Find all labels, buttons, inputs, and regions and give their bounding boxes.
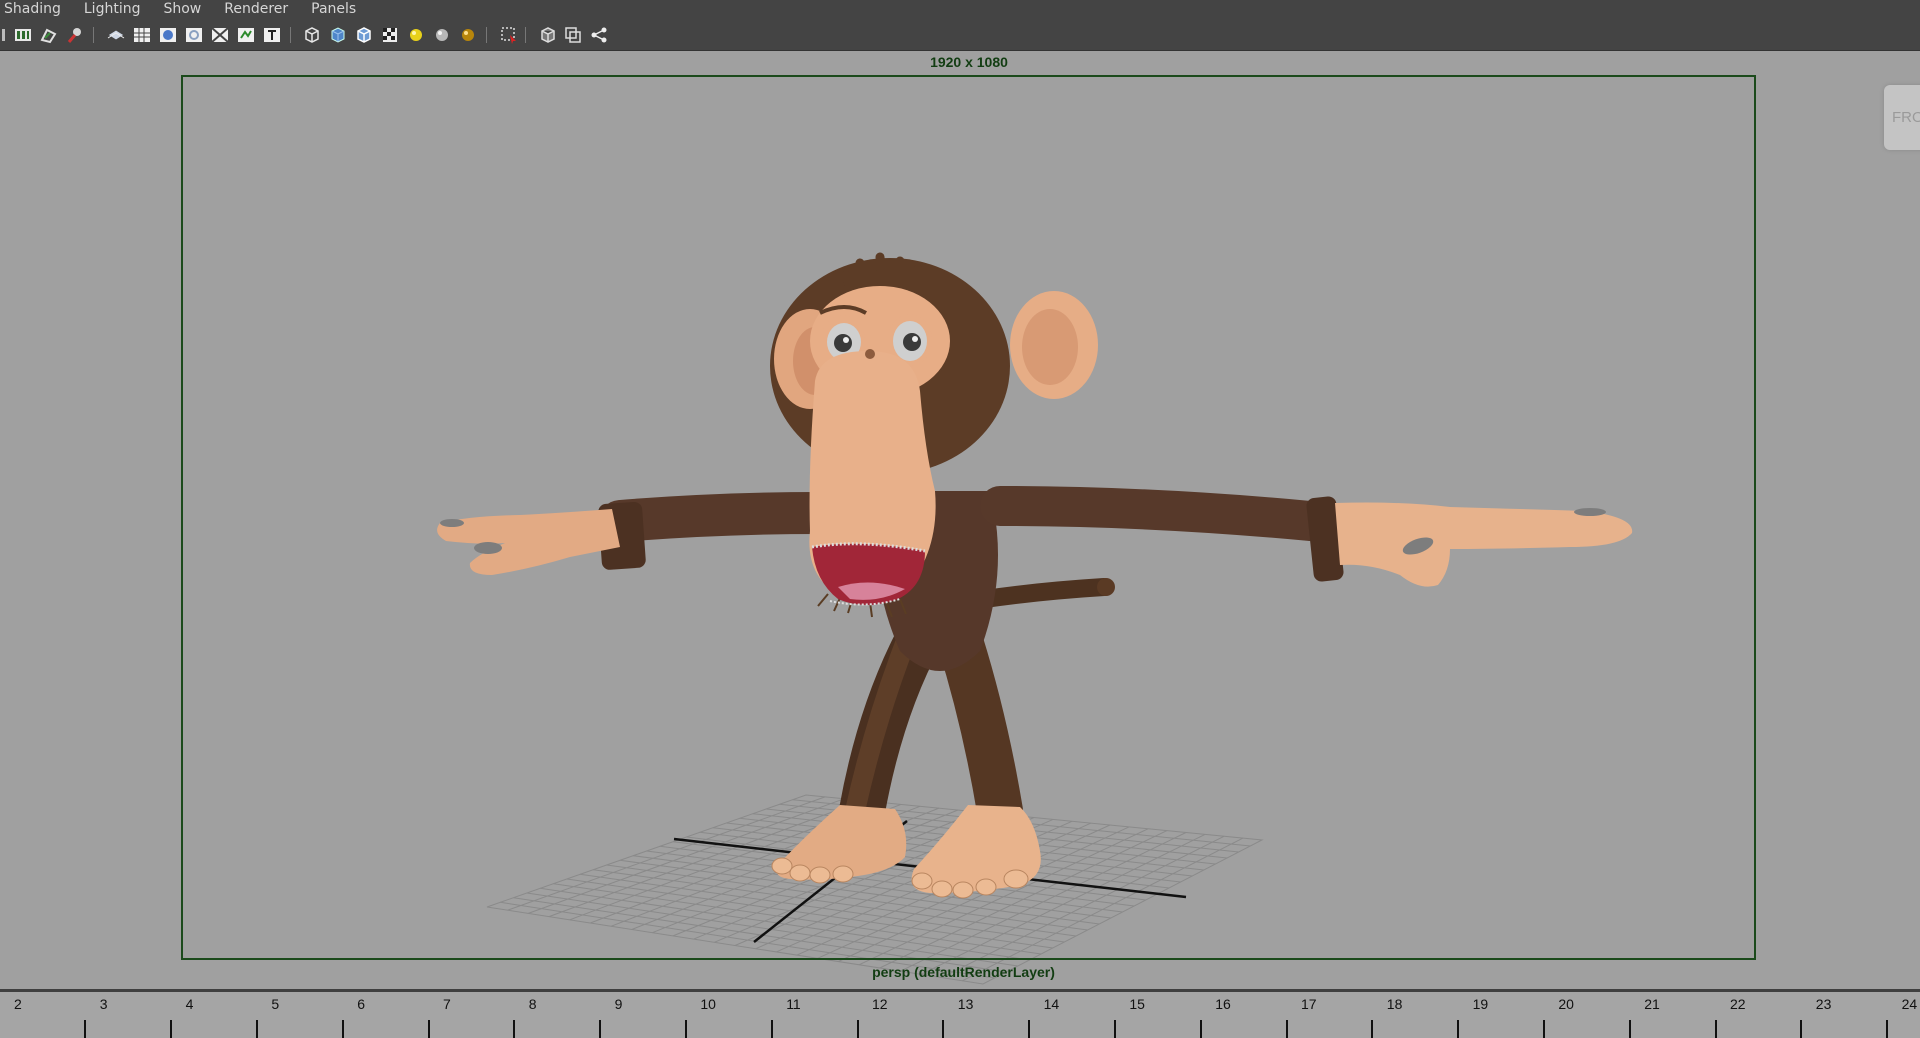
xray-joints-icon[interactable] [563, 25, 583, 45]
toolbar-separator [92, 25, 95, 45]
timeline-frame-label: 4 [185, 996, 194, 1012]
shadows-icon[interactable] [458, 25, 478, 45]
timeline-frame-label: 5 [271, 996, 280, 1012]
timeline-tick [942, 1020, 945, 1038]
timeline-tick [684, 1020, 687, 1038]
use-all-lights-icon[interactable] [432, 25, 452, 45]
image-plane-icon[interactable] [106, 25, 126, 45]
timeline-frame-label: 21 [1644, 996, 1660, 1012]
toolbar-separator [289, 25, 292, 45]
timeline-tick [1886, 1020, 1889, 1038]
wireframe-icon[interactable] [302, 25, 322, 45]
timeline-frame-label: 18 [1386, 996, 1403, 1012]
grid-icon[interactable] [132, 25, 152, 45]
field-chart-icon[interactable] [236, 25, 256, 45]
timeline-tick [1714, 1020, 1717, 1038]
toolbar-separator [524, 25, 527, 45]
timeline-frame-label: 2 [14, 996, 22, 1012]
timeline-frame-label: 7 [443, 996, 451, 1012]
timeline-tick [341, 1020, 344, 1038]
timeline-frame-label: 19 [1472, 996, 1489, 1012]
timeline-frame-label: 22 [1730, 996, 1746, 1012]
camera-name-label: persp (defaultRenderLayer) [872, 964, 1055, 980]
timeline-tick [255, 1020, 258, 1038]
timeline-tick [1542, 1020, 1545, 1038]
timeline-tick [856, 1020, 859, 1038]
timeline-tick [1628, 1020, 1631, 1038]
menu-renderer[interactable]: Renderer [220, 0, 288, 18]
timeline-frame-label: 13 [957, 996, 974, 1012]
timeline-tick [1800, 1020, 1803, 1038]
timeline-frame-label: 23 [1815, 996, 1832, 1012]
timeline-tick [170, 1020, 173, 1038]
isolate-select-icon[interactable] [499, 25, 519, 45]
film-gate-icon[interactable] [158, 25, 178, 45]
resolution-gate-icon[interactable] [184, 25, 204, 45]
timeline-tick [1285, 1020, 1288, 1038]
timeline-frame-label: 24 [1901, 996, 1918, 1012]
toolbar-handle [2, 25, 5, 45]
menu-show[interactable]: Show [159, 0, 201, 18]
menu-lighting[interactable]: Lighting [80, 0, 141, 18]
timeline-tick [513, 1020, 516, 1038]
hide-controls-icon[interactable] [589, 25, 609, 45]
gate-mask-icon[interactable] [210, 25, 230, 45]
timeline-frame-label: 16 [1215, 996, 1231, 1012]
timeline-frame-label: 17 [1301, 996, 1317, 1012]
safe-title-icon[interactable] [262, 25, 282, 45]
timeline-frame-label: 10 [700, 996, 716, 1012]
timeline-frame-label: 8 [528, 996, 537, 1012]
bookmarks-icon[interactable] [65, 25, 85, 45]
viewport-menubar: Shading Lighting Show Renderer Panels [0, 0, 1920, 18]
xray-icon[interactable] [538, 25, 558, 45]
smooth-shade-icon[interactable] [328, 25, 348, 45]
wireframe-on-shaded-icon[interactable] [354, 25, 374, 45]
timeline-frame-label: 15 [1129, 996, 1145, 1012]
timeline-tick [1113, 1020, 1116, 1038]
timeline-frame-label: 6 [357, 996, 365, 1012]
select-camera-icon[interactable] [13, 25, 33, 45]
persp-viewport[interactable]: 1920 x 1080 persp (defaultRenderLayer) F… [0, 51, 1920, 989]
timeline-frame-label: 11 [786, 996, 801, 1012]
timeline-tick [599, 1020, 602, 1038]
timeline-tick [1371, 1020, 1374, 1038]
camera-attributes-icon[interactable] [39, 25, 59, 45]
timeline-frame-label: 9 [614, 996, 623, 1012]
timeline-frame-label: 14 [1043, 996, 1060, 1012]
timeline-tick [1199, 1020, 1202, 1038]
timeline-tick [770, 1020, 773, 1038]
timeline-frame-label: 20 [1558, 996, 1574, 1012]
timeline-tick [1457, 1020, 1460, 1038]
textured-icon[interactable] [380, 25, 400, 45]
resolution-gate-label: 1920 x 1080 [930, 54, 1008, 70]
timeline-tick [1028, 1020, 1031, 1038]
time-slider[interactable]: 2 3 4 5 6 7 8 9 10 11 12 13 14 15 16 17 18 19 20 21 22 23 24 [0, 989, 1920, 1038]
timeline-tick [427, 1020, 430, 1038]
timeline-frame-label: 3 [99, 996, 108, 1012]
viewcube-face-label: FRONT [1892, 109, 1920, 126]
resolution-gate [181, 75, 1756, 960]
use-default-lighting-icon[interactable] [406, 25, 426, 45]
menu-panels[interactable]: Panels [307, 0, 356, 18]
menu-shading[interactable]: Shading [0, 0, 61, 18]
viewcube[interactable]: FRONT [1884, 85, 1920, 150]
viewport-toolbar [0, 18, 1920, 51]
timeline-tick [84, 1020, 87, 1038]
timeline-frame-label: 12 [872, 996, 888, 1012]
toolbar-separator [485, 25, 488, 45]
